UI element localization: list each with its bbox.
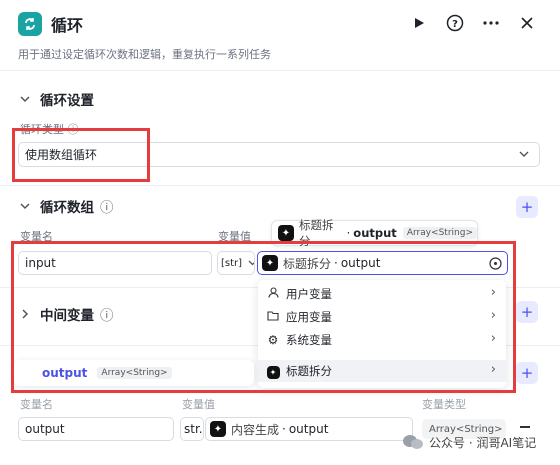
- menu-item-app-vars[interactable]: 应用变量 ›: [258, 306, 506, 328]
- var-ref-select[interactable]: ✦ 标题拆分 · output: [257, 251, 508, 275]
- loop-type-value: 使用数组循环: [25, 148, 98, 162]
- type-badge: Array<String>: [402, 227, 477, 239]
- ref-node: 标题拆分: [283, 256, 332, 271]
- help-icon[interactable]: ?: [444, 12, 466, 34]
- wechat-icon: [403, 435, 423, 449]
- info-icon: ⓘ: [100, 308, 114, 324]
- var-name-input[interactable]: input: [18, 251, 212, 275]
- output-name-value: output: [25, 422, 65, 436]
- folder-icon: [266, 310, 280, 324]
- remove-icon[interactable]: [520, 426, 530, 428]
- section-title: 循环设置: [40, 93, 94, 109]
- add-button[interactable]: +: [516, 362, 538, 384]
- section-title: 中间变量: [40, 308, 94, 324]
- loop-node-panel: 循环 ? 用于通过设定循环次数和逻辑，重复执行一系列任务 循环设置 循环类型 ⓘ…: [0, 0, 560, 465]
- col-name-label: 变量名: [20, 230, 53, 243]
- header-actions: ?: [408, 12, 538, 34]
- chevron-down-icon: [20, 203, 30, 210]
- output-name-input[interactable]: output: [18, 417, 174, 441]
- divider: [0, 70, 560, 71]
- chevron-down-icon: [519, 151, 529, 157]
- chevron-down-icon: [20, 96, 30, 103]
- menu-item-user-vars[interactable]: 用户变量 ›: [258, 283, 506, 305]
- node-icon: ✦: [278, 225, 294, 241]
- node-icon: ✦: [262, 255, 278, 271]
- section-loop-settings[interactable]: 循环设置: [18, 89, 94, 109]
- menu-label: 系统变量: [286, 333, 332, 347]
- chevron-right-icon: [22, 309, 29, 319]
- menu-item-system-vars[interactable]: ⚙ 系统变量 ›: [258, 329, 506, 351]
- info-icon: ⓘ: [67, 123, 79, 136]
- loop-icon: [18, 12, 42, 36]
- loop-type-label: 循环类型 ⓘ: [20, 123, 79, 136]
- type-tag: str.: [184, 422, 203, 436]
- add-button[interactable]: +: [516, 301, 538, 323]
- type-tag: [str]: [221, 257, 243, 269]
- ref-var: output: [288, 422, 329, 436]
- submenu-var: output: [42, 366, 88, 380]
- loop-type-select[interactable]: 使用数组循环: [18, 142, 540, 167]
- variable-menu: 用户变量 › 应用变量 › ⚙ 系统变量 › ✦ 标题拆分 ›: [258, 280, 506, 388]
- info-icon: ⓘ: [100, 200, 114, 216]
- type-tag-select[interactable]: [str]: [217, 251, 255, 275]
- type-badge: Array<String>: [97, 367, 172, 379]
- watermark: 公众号 · 润哥AI笔记: [402, 433, 536, 451]
- panel-title: 循环: [51, 16, 84, 35]
- svg-text:?: ?: [452, 19, 458, 30]
- menu-label: 应用变量: [286, 310, 332, 324]
- type-tag-select[interactable]: str.: [180, 417, 204, 441]
- menu-label: 用户变量: [286, 287, 332, 301]
- col-value-label: 变量值: [218, 230, 251, 243]
- section-loop-array[interactable]: 循环数组 ⓘ: [18, 196, 114, 216]
- section-intermediate[interactable]: 中间变量 ⓘ: [18, 304, 114, 324]
- chevron-down-icon: [248, 260, 254, 266]
- output-ref-select[interactable]: ✦ 内容生成 · output: [205, 417, 413, 441]
- ref-node: 内容生成: [231, 422, 280, 437]
- gear-icon: ⚙: [267, 333, 279, 347]
- user-icon: [266, 287, 280, 301]
- chevron-right-icon: ›: [490, 331, 496, 346]
- tooltip-node: 标题拆分: [299, 218, 334, 248]
- panel-header: 循环: [18, 11, 83, 37]
- more-icon[interactable]: [480, 12, 502, 34]
- ref-var: output: [340, 256, 381, 270]
- col-name-label: 变量名: [20, 398, 53, 411]
- divider: [0, 185, 560, 186]
- col-type-label: 变量类型: [422, 398, 466, 411]
- close-icon[interactable]: [516, 12, 538, 34]
- node-icon: ✦: [210, 421, 226, 437]
- output-submenu-item[interactable]: output Array<String>: [14, 360, 254, 386]
- tooltip-var: output: [353, 226, 397, 240]
- chevron-right-icon: ›: [490, 308, 496, 323]
- target-icon: [489, 257, 502, 270]
- node-icon: ✦: [266, 364, 280, 379]
- var-name-value: input: [25, 256, 56, 270]
- watermark-text: 公众号 · 润哥AI笔记: [429, 435, 537, 450]
- ref-tooltip: ✦ 标题拆分 · output Array<String>: [271, 218, 478, 248]
- panel-description: 用于通过设定循环次数和逻辑，重复执行一系列任务: [18, 48, 271, 61]
- run-icon[interactable]: [408, 12, 430, 34]
- menu-item-title-split[interactable]: ✦ 标题拆分 ›: [258, 360, 506, 382]
- chevron-right-icon: ›: [490, 362, 496, 377]
- col-value-label: 变量值: [182, 398, 215, 411]
- menu-label: 标题拆分: [286, 364, 332, 378]
- add-button[interactable]: +: [516, 196, 538, 218]
- section-title: 循环数组: [40, 200, 94, 216]
- chevron-right-icon: ›: [490, 285, 496, 300]
